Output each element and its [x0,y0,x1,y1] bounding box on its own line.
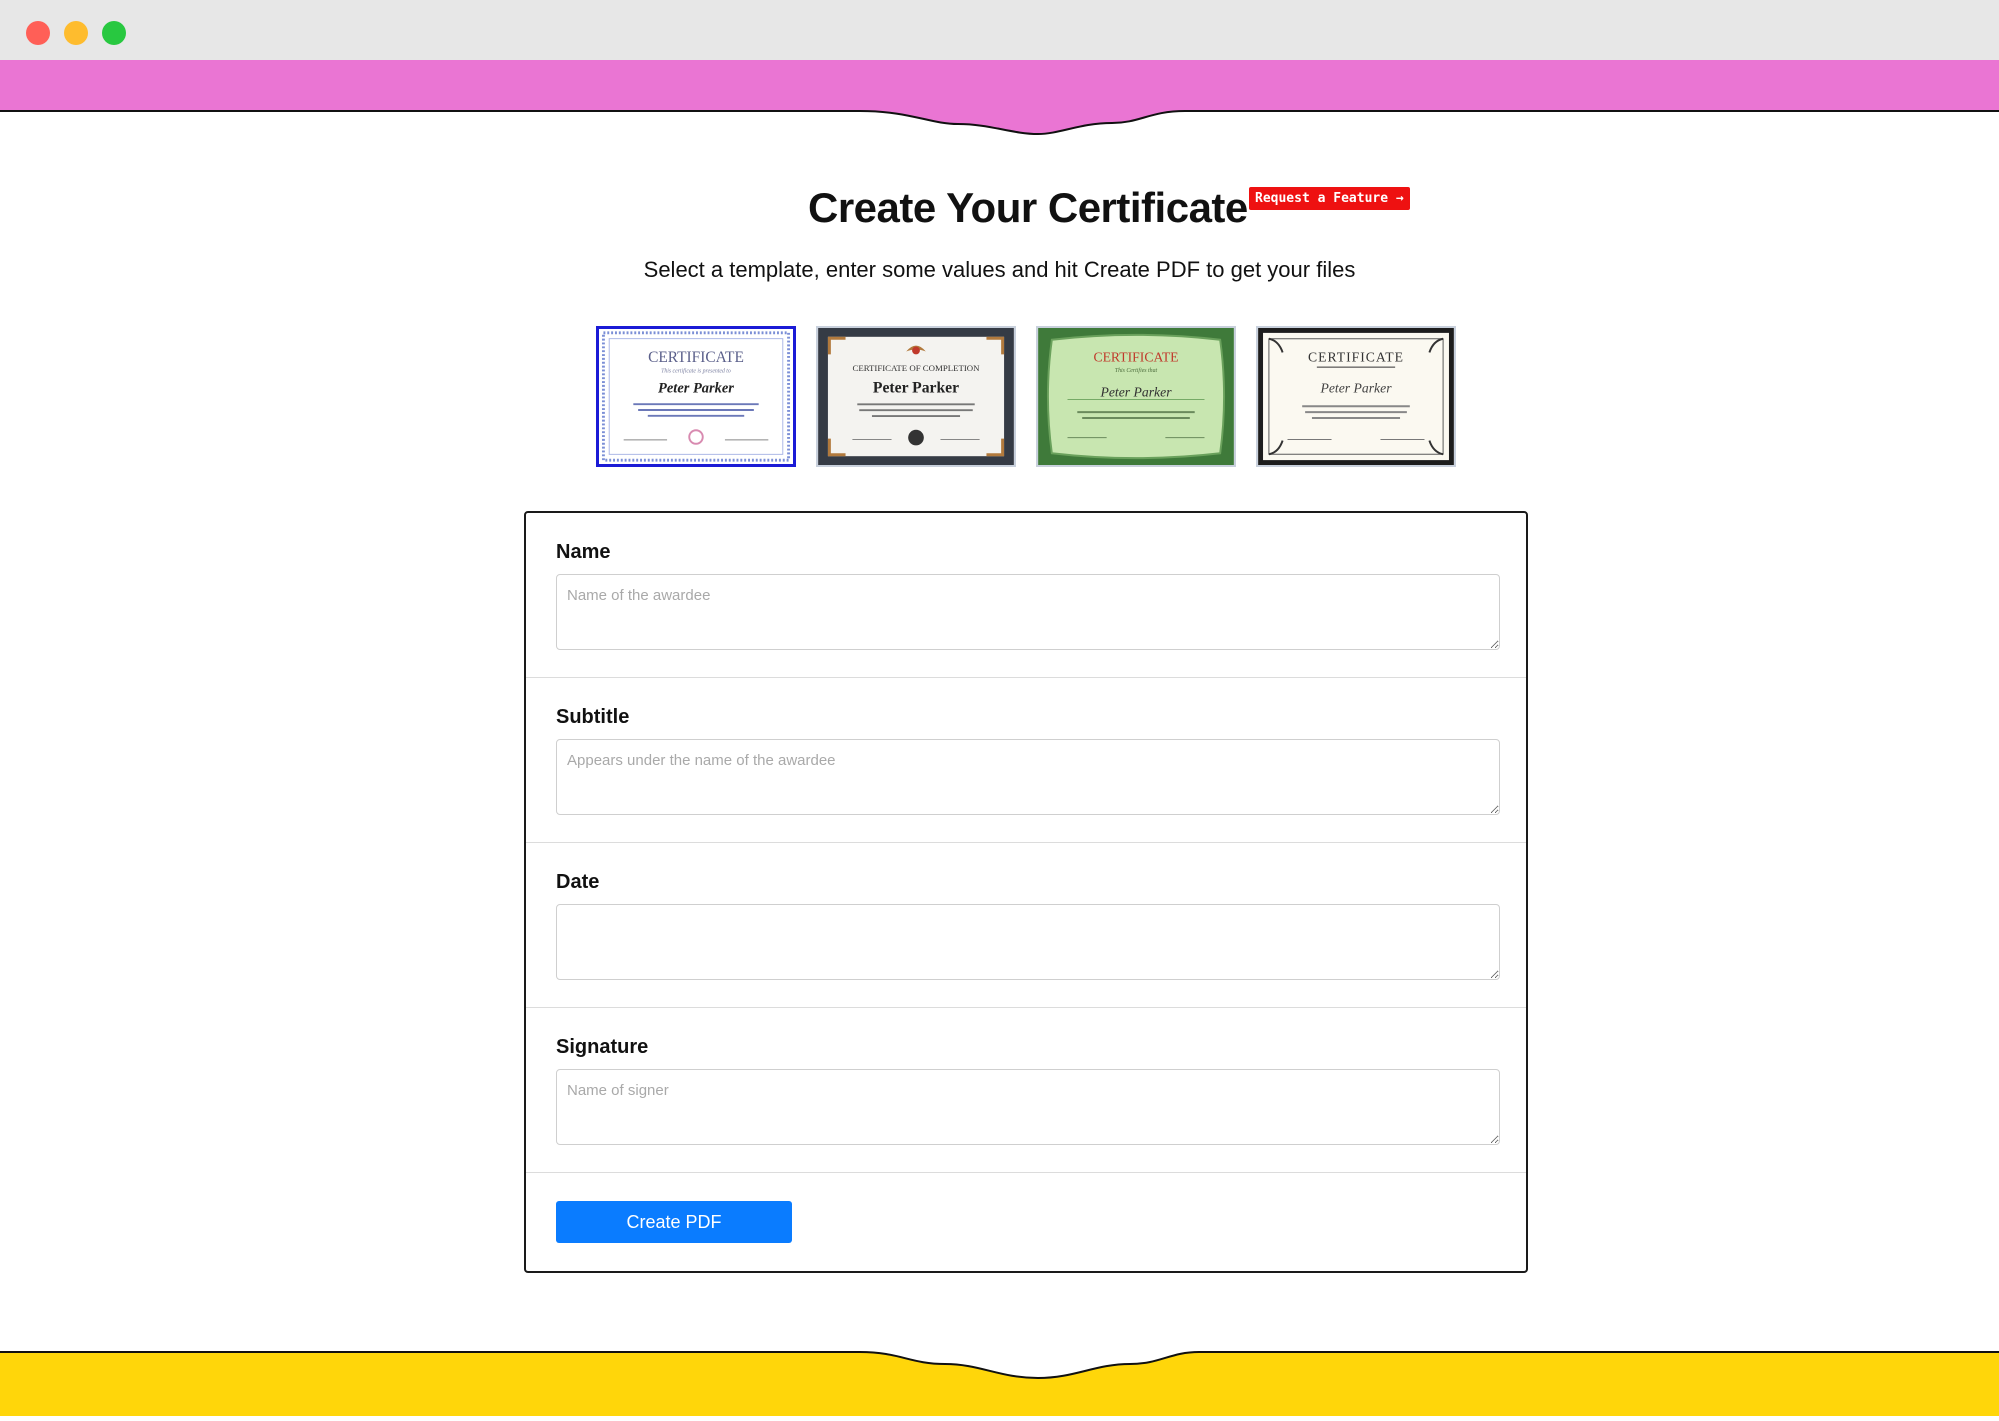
name-label: Name [556,541,611,563]
template-preview-dark: CERTIFICATE OF COMPLETION Peter Parker [818,328,1014,465]
signature-input[interactable] [556,1069,1500,1145]
template-thumbnail-green[interactable]: CERTIFICATE This Certifies that Peter Pa… [1036,326,1236,467]
template-preview-green: CERTIFICATE This Certifies that Peter Pa… [1038,328,1234,465]
subtitle-input[interactable] [556,739,1500,815]
template-3-line: This Certifies that [1115,367,1158,374]
date-field-group: Date [526,843,1526,1008]
minimize-window-button[interactable] [64,21,88,45]
template-4-heading: CERTIFICATE [1308,349,1404,364]
template-3-name: Peter Parker [1099,385,1172,400]
subtitle-field-group: Subtitle [526,678,1526,843]
title-row: Create Your Certificate Request a Featur… [0,178,1999,248]
template-thumbnail-dark[interactable]: CERTIFICATE OF COMPLETION Peter Parker [816,326,1016,467]
name-input[interactable] [556,574,1500,650]
template-preview-classic: CERTIFICATE Peter Parker [1258,328,1454,465]
template-thumbnail-blue[interactable]: CERTIFICATE This certificate is presente… [596,326,796,467]
template-4-name: Peter Parker [1319,381,1392,396]
signature-field-group: Signature [526,1008,1526,1173]
certificate-form: Name Subtitle Date Signature Create PDF [524,511,1528,1273]
template-2-heading: CERTIFICATE OF COMPLETION [852,363,980,373]
template-picker: CERTIFICATE This certificate is presente… [596,326,1456,468]
request-feature-link[interactable]: Request a Feature → [1249,187,1410,210]
maximize-window-button[interactable] [102,21,126,45]
name-field-group: Name [526,513,1526,678]
template-3-heading: CERTIFICATE [1093,349,1178,364]
template-2-name: Peter Parker [873,380,959,397]
template-1-line: This certificate is presented to [661,367,731,374]
date-input[interactable] [556,904,1500,980]
subtitle-label: Subtitle [556,706,630,728]
page-title: Create Your Certificate [808,184,1248,231]
create-pdf-button[interactable]: Create PDF [556,1201,792,1243]
template-1-name: Peter Parker [658,381,734,397]
signature-label: Signature [556,1036,649,1058]
page-subtitle: Select a template, enter some values and… [643,257,1356,282]
window-titlebar [0,0,1999,60]
bottom-wave-band [0,1340,1999,1416]
template-1-heading: CERTIFICATE [648,349,744,366]
date-label: Date [556,871,600,893]
template-thumbnail-classic[interactable]: CERTIFICATE Peter Parker [1256,326,1456,467]
template-preview-blue: CERTIFICATE This certificate is presente… [599,329,793,464]
top-wave-band [0,60,1999,140]
close-window-button[interactable] [26,21,50,45]
